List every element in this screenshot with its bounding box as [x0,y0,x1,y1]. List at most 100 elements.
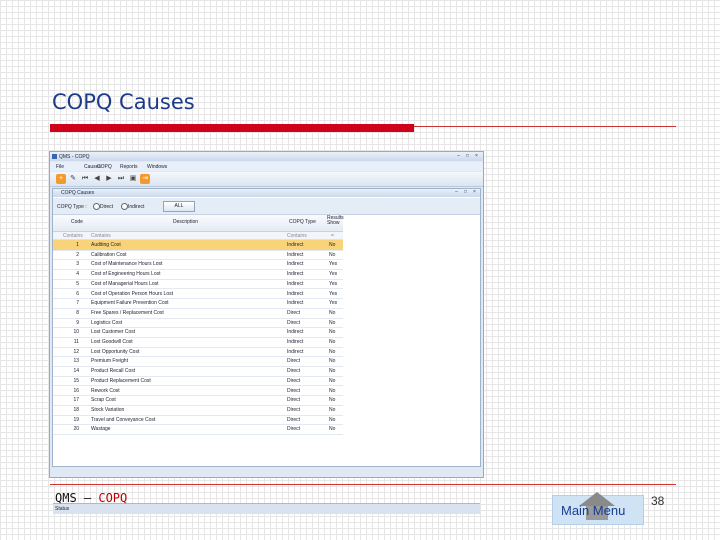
cell-description: Wastage [91,426,111,433]
col-results-show[interactable]: Results Show [327,216,344,226]
cell-type: Direct [287,406,301,413]
cell-positive: No [329,397,336,404]
cell-positive: No [329,358,336,365]
cell-type: Direct [287,368,301,375]
cell-description: Cost of Managerial Hours Lost [91,280,159,287]
app-title: QMS - COPQ [59,154,90,160]
cell-positive: No [329,251,336,258]
cell-type: Indirect [287,300,304,307]
cell-type: Indirect [287,251,304,258]
copq-type-label: COPQ Type : [57,204,87,210]
app-title-bar: QMS - COPQ – □ × [50,152,483,161]
cell-code: 15 [73,377,79,384]
cell-positive: No [329,377,336,384]
cell-description: Free Spares / Replacement Cost [91,309,164,316]
cell-code: 7 [76,300,79,307]
cell-positive: No [329,242,336,248]
main-menu-label: Main Menu [561,503,626,518]
child-close-icon[interactable]: × [471,189,478,195]
all-button[interactable]: ALL [163,201,195,212]
menu-file[interactable]: File [56,164,64,170]
cell-description: Cost of Maintenance Hours Lost [91,261,163,268]
cell-positive: No [329,309,336,316]
filter-code[interactable]: Contains [63,233,83,239]
cell-type: Indirect [287,280,304,287]
cell-description: Premium Freight [91,358,128,365]
close-icon[interactable]: × [473,153,480,159]
cell-code: 2 [76,251,79,258]
cell-positive: No [329,339,336,345]
cell-description: Calibration Cost [91,251,127,258]
title-accent-bar [50,124,414,132]
cell-description: Logistics Cost [91,319,123,326]
radio-indirect-label: Indirect [128,204,145,210]
cell-code: 16 [73,387,79,394]
cell-type: Indirect [287,271,304,278]
app-icon [52,154,57,159]
save-icon[interactable]: ▣ [128,174,138,184]
last-record-icon[interactable]: ⏭ [116,174,126,184]
cell-description: Product Replacement Cost [91,377,151,384]
main-menu-button[interactable]: Main Menu [552,492,644,525]
menu-copq[interactable]: COPQ [97,164,112,170]
edit-icon[interactable]: ✎ [68,174,78,184]
cell-code: 19 [73,416,79,423]
cell-description: Rework Cost [91,387,120,394]
cell-description: Lost Opportunity Cost [91,348,140,355]
menu-windows[interactable]: Windows [147,164,167,170]
cell-description: Product Recall Cost [91,368,136,375]
filter-type[interactable]: Contains [287,233,307,239]
cell-positive: No [329,329,336,336]
first-record-icon[interactable]: ⏮ [80,174,90,184]
cell-positive: Yes [329,290,338,297]
cell-code: 4 [76,271,79,278]
page-number: 38 [651,494,665,508]
cell-type: Indirect [287,242,304,248]
col-copq-type[interactable]: COPQ Type [289,219,316,225]
cell-positive: No [329,426,336,433]
cell-type: Direct [287,358,301,365]
cell-description: Lost Goodwill Cost [91,339,133,345]
minimize-icon[interactable]: – [455,153,462,159]
filter-positive[interactable]: = [331,233,334,239]
cell-type: Direct [287,319,301,326]
radio-indirect[interactable] [121,203,128,210]
cell-positive: No [329,348,336,355]
cell-description: Stock Variation [91,406,125,413]
child-minimize-icon[interactable]: – [453,189,460,195]
app-window: QMS - COPQ – □ × File Causes COPQ Report… [49,151,484,514]
filter-row: Contains Contains Contains = [53,232,343,240]
exit-icon[interactable]: ⇥ [140,174,150,184]
filter-bar: COPQ Type : Direct Indirect ALL [53,198,480,215]
col-description[interactable]: Description [173,219,198,225]
cell-code: 12 [73,348,79,355]
child-maximize-icon[interactable]: □ [462,189,469,195]
copq-causes-window: COPQ Causes – □ × COPQ Type : Direct Ind… [52,188,481,514]
cell-positive: Yes [329,261,338,268]
toolbar: + ✎ ⏮ ◀ ▶ ⏭ ▣ ⇥ [50,172,483,187]
cell-positive: No [329,406,336,413]
cell-type: Indirect [287,348,304,355]
cell-type: Indirect [287,339,304,345]
cell-type: Direct [287,397,301,404]
cell-type: Indirect [287,261,304,268]
cell-code: 8 [76,309,79,316]
cell-type: Direct [287,426,301,433]
previous-record-icon[interactable]: ◀ [92,174,102,184]
cell-type: Direct [287,309,301,316]
col-code[interactable]: Code [71,219,83,225]
cell-description: Cost of Engineering Hours Lost [91,271,161,278]
cell-positive: Yes [329,271,338,278]
table-row[interactable]: 20 Wastage Direct No [53,424,343,435]
cell-description: Equipment Failure Prevention Cost [91,300,169,307]
add-icon[interactable]: + [56,174,66,184]
menu-reports[interactable]: Reports [120,164,138,170]
child-title-bar: COPQ Causes – □ × [53,189,480,197]
radio-direct[interactable] [93,203,100,210]
cell-positive: No [329,368,336,375]
cell-code: 3 [76,261,79,268]
next-record-icon[interactable]: ▶ [104,174,114,184]
maximize-icon[interactable]: □ [464,153,471,159]
cell-description: Travel and Conveyance Cost [91,416,156,423]
filter-description[interactable]: Contains [91,233,111,239]
